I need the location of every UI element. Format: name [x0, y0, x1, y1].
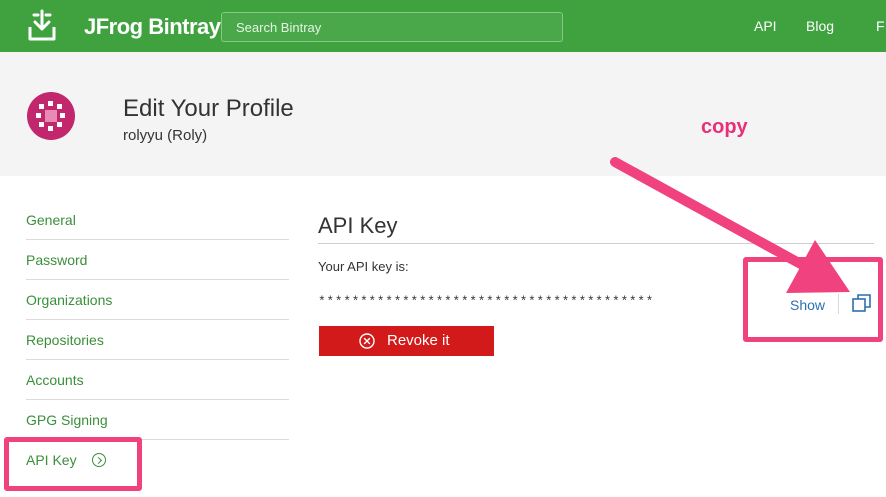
nav-link-truncated[interactable]: F — [876, 18, 885, 34]
sidebar-item-label: Password — [26, 252, 88, 268]
api-key-label: Your API key is: — [318, 259, 409, 274]
annotation-highlight-copy — [743, 257, 883, 342]
api-key-masked-value: **************************************** — [318, 294, 655, 309]
sidebar-item-accounts[interactable]: Accounts — [26, 360, 289, 400]
bintray-logo-icon[interactable] — [26, 9, 58, 43]
sidebar-item-label: General — [26, 212, 76, 228]
nav-link-blog[interactable]: Blog — [806, 18, 834, 34]
annotation-highlight-api-key — [4, 437, 142, 491]
top-navbar: JFrog Bintray API Blog F — [0, 0, 886, 52]
sidebar-item-label: Accounts — [26, 372, 84, 388]
revoke-button[interactable]: Revoke it — [319, 326, 494, 356]
revoke-button-label: Revoke it — [387, 332, 450, 349]
sidebar-item-password[interactable]: Password — [26, 240, 289, 280]
annotation-note: copy — [701, 116, 748, 138]
brand-name[interactable]: JFrog Bintray — [84, 14, 221, 40]
sidebar-item-label: Organizations — [26, 292, 113, 308]
avatar — [27, 92, 75, 140]
sidebar-item-label: Repositories — [26, 332, 104, 348]
sidebar-item-general[interactable]: General — [26, 200, 289, 240]
sidebar-item-gpg-signing[interactable]: GPG Signing — [26, 400, 289, 440]
section-title: API Key — [318, 213, 398, 238]
search-input[interactable] — [221, 12, 563, 42]
sidebar-item-repositories[interactable]: Repositories — [26, 320, 289, 360]
sidebar-item-label: GPG Signing — [26, 412, 108, 428]
page-title: Edit Your Profile — [123, 95, 294, 122]
close-circle-icon — [359, 332, 375, 349]
username: rolyyu (Roly) — [123, 127, 208, 144]
sidebar-item-organizations[interactable]: Organizations — [26, 280, 289, 320]
nav-link-api[interactable]: API — [754, 18, 777, 34]
section-divider — [318, 243, 874, 244]
